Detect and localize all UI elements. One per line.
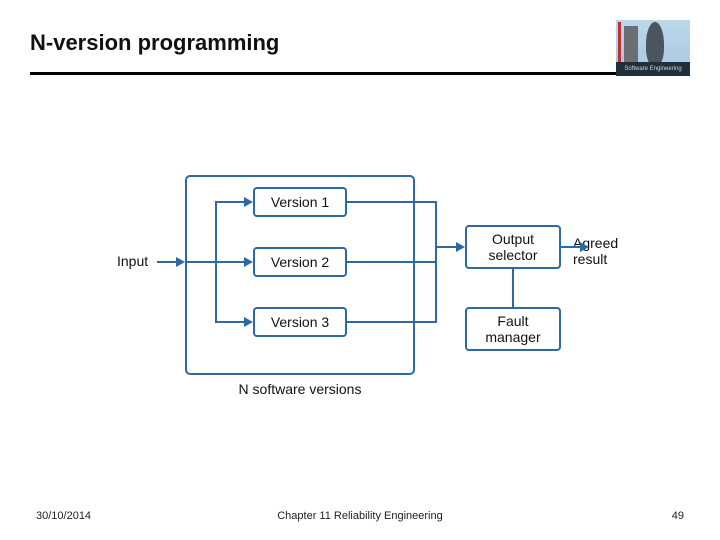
node-version-3: Version 3 [253,307,347,337]
node-fault-manager: Fault manager [465,307,561,351]
logo-band: Software Engineering [616,62,690,76]
footer: 30/10/2014 Chapter 11 Reliability Engine… [36,510,684,522]
node-version-1: Version 1 [253,187,347,217]
n-versions-caption: N software versions [185,381,415,397]
arrow-to-v1 [244,197,253,207]
slide: N-version programming Software Engineeri… [0,0,720,540]
conn-input-outer [157,261,177,263]
conn-merge-vert [435,201,437,323]
arrow-to-osel [456,242,465,252]
conn-fan-stem [187,261,215,263]
footer-chapter: Chapter 11 Reliability Engineering [36,510,684,522]
arrow-to-v3 [244,317,253,327]
logo-crane [618,22,621,66]
conn-osel-fmgr [512,269,514,307]
arrow-agreed-result [580,242,589,252]
label-input: Input [117,253,148,269]
conn-merge-to-osel [435,246,457,248]
node-output-selector: Output selector [465,225,561,269]
conn-to-v1 [215,201,245,203]
conn-to-v3 [215,321,245,323]
arrow-to-v2 [244,257,253,267]
conn-v1-out [347,201,435,203]
conn-to-v2 [215,261,245,263]
title-rule [30,72,690,75]
book-logo: Software Engineering [616,20,690,76]
arrow-input-outer [176,257,185,267]
node-version-2: Version 2 [253,247,347,277]
page-title: N-version programming [30,30,690,56]
logo-building-1 [624,26,638,64]
header: N-version programming [30,30,690,56]
conn-osel-out [561,246,581,248]
n-version-diagram: N software versions Version 1 Version 2 … [75,165,635,405]
conn-v3-out [347,321,435,323]
conn-v2-out [347,261,435,263]
logo-building-2 [646,22,664,66]
